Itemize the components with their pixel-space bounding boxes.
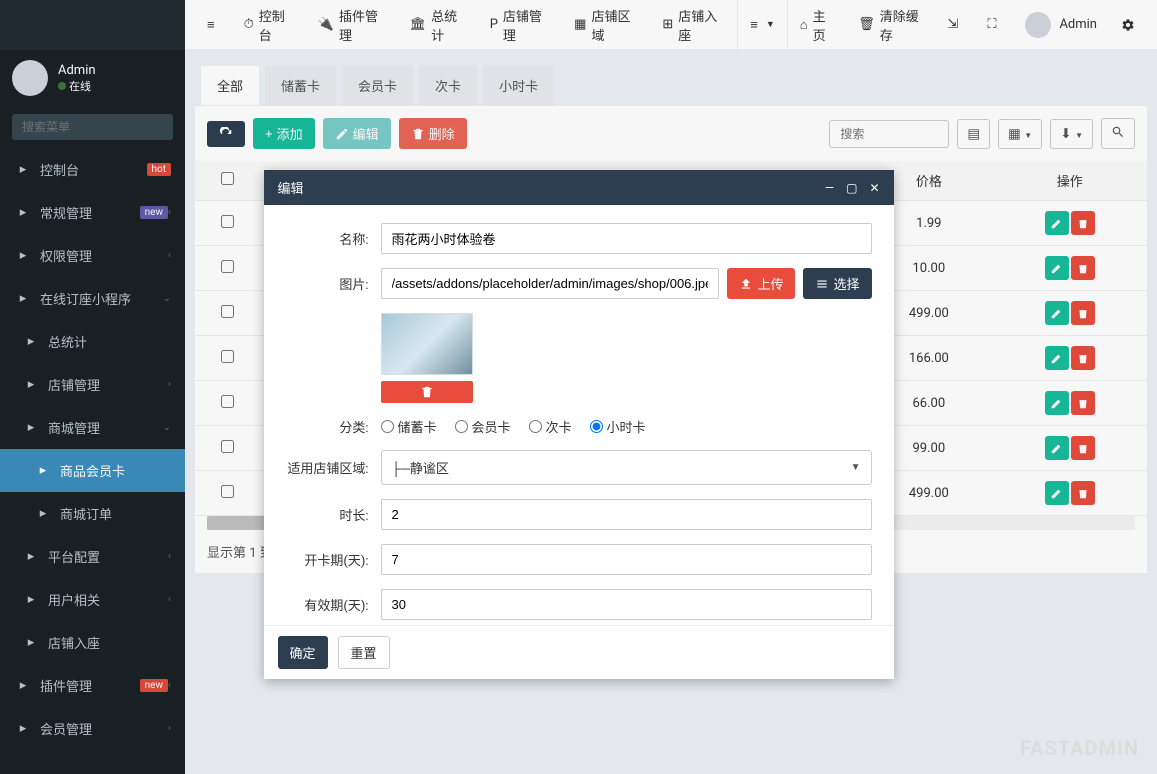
area-select[interactable]: ├─静谧区▼: [381, 450, 872, 485]
chevron-down-icon: ▼: [851, 462, 861, 473]
delete-image-button[interactable]: [381, 381, 473, 403]
category-radio-会员卡[interactable]: 会员卡: [455, 417, 511, 436]
area-label: 适用店铺区域:: [286, 458, 381, 477]
upload-button[interactable]: 上传: [727, 268, 795, 299]
image-preview: [381, 313, 473, 375]
valid-period-label: 有效期(天):: [286, 595, 381, 614]
reset-button[interactable]: 重置: [338, 636, 390, 669]
category-label: 分类:: [286, 417, 381, 436]
trash-icon: [420, 385, 434, 399]
watermark: FASTADMIN: [1020, 736, 1139, 760]
name-input[interactable]: [381, 223, 872, 254]
name-label: 名称:: [286, 229, 381, 248]
duration-label: 时长:: [286, 505, 381, 524]
list-icon: [815, 277, 829, 291]
modal-overlay: 编辑 — ▢ ✕ 名称: 图片: 上传 选择: [0, 0, 1157, 774]
valid-period-input[interactable]: [381, 589, 872, 620]
category-radio-小时卡[interactable]: 小时卡: [590, 417, 646, 436]
image-path-input[interactable]: [381, 268, 720, 299]
open-period-input[interactable]: [381, 544, 872, 575]
minimize-icon[interactable]: —: [825, 181, 834, 195]
category-radio-储蓄卡[interactable]: 储蓄卡: [381, 417, 437, 436]
category-radio-次卡[interactable]: 次卡: [529, 417, 572, 436]
open-period-label: 开卡期(天):: [286, 550, 381, 569]
ok-button[interactable]: 确定: [278, 636, 328, 669]
modal-title: 编辑: [278, 178, 813, 197]
image-label: 图片:: [286, 274, 381, 293]
upload-icon: [739, 277, 753, 291]
select-button[interactable]: 选择: [803, 268, 871, 299]
close-icon[interactable]: ✕: [869, 181, 879, 195]
edit-modal: 编辑 — ▢ ✕ 名称: 图片: 上传 选择: [264, 170, 894, 679]
duration-input[interactable]: [381, 499, 872, 530]
maximize-icon[interactable]: ▢: [846, 181, 857, 195]
